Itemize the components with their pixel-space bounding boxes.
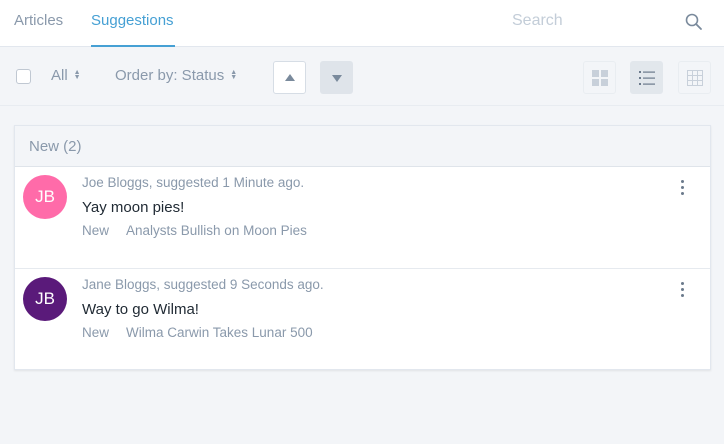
tab-articles[interactable]: Articles [14, 12, 63, 29]
avatar: JB [23, 277, 67, 321]
more-options-icon[interactable] [675, 180, 689, 198]
list-view-button[interactable] [630, 61, 663, 94]
top-tab-bar: Articles Suggestions [0, 0, 724, 47]
list-item[interactable]: JB Jane Bloggs, suggested 9 Seconds ago.… [15, 269, 710, 371]
suggestion-title[interactable]: Way to go Wilma! [82, 301, 199, 318]
table-view-button[interactable] [678, 61, 711, 94]
status-label: New [82, 223, 110, 238]
status-label: New [82, 325, 110, 340]
order-by-select[interactable]: Order by: Status ▲ ▼ [115, 67, 237, 84]
grid-view-button[interactable] [583, 61, 616, 94]
avatar: JB [23, 175, 67, 219]
updown-caret-icon: ▲ ▼ [230, 69, 237, 81]
list-view-icon [639, 71, 655, 85]
triangle-down-icon [332, 75, 342, 82]
list-item[interactable]: JB Joe Bloggs, suggested 1 Minute ago. Y… [15, 167, 710, 269]
suggestion-title[interactable]: Yay moon pies! [82, 199, 184, 216]
active-tab-indicator [91, 45, 175, 47]
tab-suggestions[interactable]: Suggestions [91, 12, 174, 29]
filter-select-label: All [51, 67, 68, 84]
order-by-label: Order by: Status [115, 67, 225, 84]
group-header: New (2) [15, 126, 710, 167]
suggestion-tags: New Wilma Carwin Takes Lunar 500 [82, 325, 313, 340]
sort-descending-button[interactable] [320, 61, 353, 94]
suggestions-panel: New (2) JB Joe Bloggs, suggested 1 Minut… [14, 125, 711, 370]
list-toolbar: All ▲ ▼ Order by: Status ▲ ▼ [0, 48, 724, 106]
suggestion-meta: Joe Bloggs, suggested 1 Minute ago. [82, 175, 305, 190]
select-all-checkbox[interactable] [16, 69, 31, 84]
table-view-icon [687, 70, 703, 86]
more-options-icon[interactable] [675, 282, 689, 300]
sort-ascending-button[interactable] [273, 61, 306, 94]
article-link[interactable]: Wilma Carwin Takes Lunar 500 [126, 325, 313, 340]
article-link[interactable]: Analysts Bullish on Moon Pies [126, 223, 307, 238]
updown-caret-icon: ▲ ▼ [73, 69, 81, 81]
grid-view-icon [592, 70, 608, 86]
search-input[interactable] [512, 10, 672, 32]
filter-select[interactable]: All ▲ ▼ [51, 67, 81, 84]
search-icon[interactable] [684, 12, 704, 32]
triangle-up-icon [285, 74, 295, 81]
suggestion-tags: New Analysts Bullish on Moon Pies [82, 223, 307, 238]
suggestion-meta: Jane Bloggs, suggested 9 Seconds ago. [82, 277, 324, 292]
